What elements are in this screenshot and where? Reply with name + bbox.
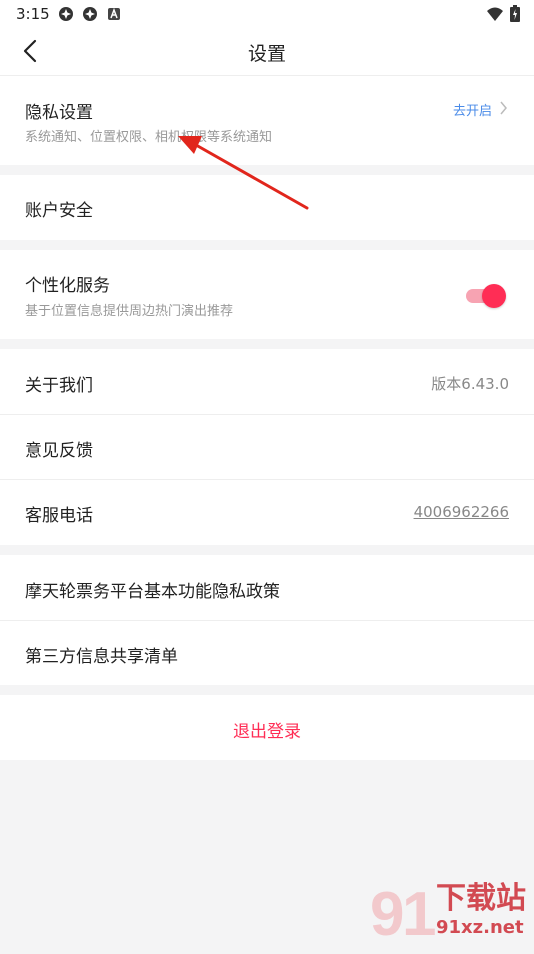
- watermark-logo: 9 1 下载站 91xz.net: [364, 865, 534, 950]
- annotation-arrow: [178, 136, 309, 210]
- watermark-text: 下载站: [436, 881, 526, 916]
- svg-text:1: 1: [402, 880, 436, 949]
- svg-text:9: 9: [370, 880, 404, 949]
- watermark-url: 91xz.net: [436, 917, 524, 938]
